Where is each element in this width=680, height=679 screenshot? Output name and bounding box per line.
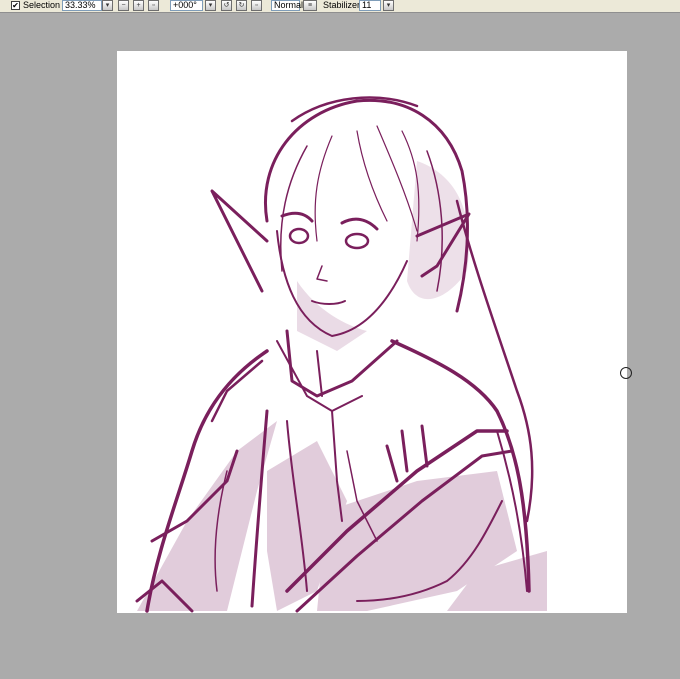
rotation-dropdown-chevron-down-icon[interactable]: ▾	[205, 0, 216, 11]
rotate-left-icon[interactable]: ↺	[221, 0, 232, 11]
blend-mode-field[interactable]: Normal	[271, 0, 303, 11]
stabilizer-dropdown-chevron-down-icon[interactable]: ▾	[383, 0, 394, 11]
selection-label: Selection	[23, 0, 61, 10]
rotate-reset-icon[interactable]: ▫	[251, 0, 262, 11]
toolbar: ✔ Selection 33.33% ▾ − + ▫ +000° ▾ ↺ ↻ ▫…	[0, 0, 680, 13]
sketch-artwork	[135, 96, 547, 613]
stabilizer-label: Stabilizer	[323, 0, 361, 10]
fit-window-icon[interactable]: ▫	[148, 0, 159, 11]
brush-cursor-icon	[620, 367, 632, 379]
zoom-dropdown-chevron-down-icon[interactable]: ▾	[102, 0, 113, 11]
stabilizer-field[interactable]: 11	[359, 0, 381, 11]
blend-mode-icon[interactable]: ≡	[303, 0, 317, 11]
rotation-field[interactable]: +000°	[170, 0, 203, 11]
zoom-out-icon[interactable]: −	[118, 0, 129, 11]
zoom-in-icon[interactable]: +	[133, 0, 144, 11]
zoom-field[interactable]: 33.33%	[62, 0, 102, 11]
selection-checkbox[interactable]: ✔	[11, 1, 20, 10]
drawing-canvas[interactable]	[117, 51, 627, 613]
rotate-right-icon[interactable]: ↻	[236, 0, 247, 11]
